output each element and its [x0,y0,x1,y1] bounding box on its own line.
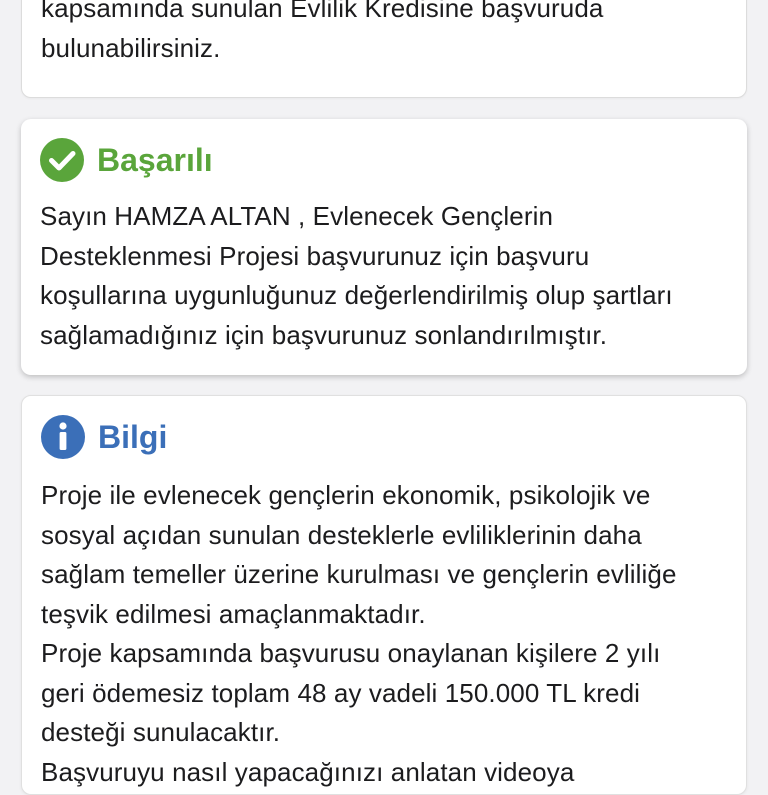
intro-line: bulunabilirsiniz. [41,32,221,63]
success-header: Başarılı [39,137,213,183]
success-message-line: Sayın HAMZA ALTAN , Evlenecek Gençlerin [40,201,554,231]
info-message-line: Proje ile evlenecek gençlerin ekonomik, … [41,480,651,510]
intro-line: kapsamında sunulan Evlilik Kredisine baş… [41,0,604,23]
success-title: Başarılı [97,141,213,178]
success-message-line: sağlamadığınız için başvurunuz sonlandır… [40,319,608,350]
info-alert-card: Bilgi Proje ile evlenecek gençlerin ekon… [21,395,747,795]
info-title: Bilgi [98,418,168,455]
info-message-line: geri ödemesiz toplam 48 ay vadeli 150.00… [41,677,641,708]
success-alert-card: Başarılı Sayın HAMZA ALTAN , Evlenecek G… [21,119,747,375]
info-message-line: teşvik edilmesi amaçlanmaktadır. [41,598,426,629]
info-message-line: desteği sunulacaktır. [41,717,281,747]
success-message-line: Desteklenmesi Projesi başvurunuz için ba… [40,240,590,271]
info-message-line: Başvuruyu nasıl yapacağınızı anlatan vid… [41,756,575,787]
success-message-line: koşullarına uygunluğunuz değerlendirilmi… [40,280,673,310]
intro-text: kapsamında sunulan Evlilik Kredisine baş… [41,0,728,68]
info-message-line: sağlam temeller üzerine kurulması ve gen… [41,559,677,589]
info-message-line: Proje kapsamında başvurusu onaylanan kiş… [41,638,661,668]
success-message: Sayın HAMZA ALTAN , Evlenecek Gençlerin … [40,197,729,355]
intro-card: kapsamında sunulan Evlilik Kredisine baş… [21,0,747,98]
check-circle-icon [40,138,84,182]
info-circle-icon [41,415,85,459]
info-message: Proje ile evlenecek gençlerin ekonomik, … [41,476,728,792]
info-header: Bilgi [40,414,167,460]
info-message-line: sosyal açıdan sunulan desteklerle evlili… [41,519,642,550]
